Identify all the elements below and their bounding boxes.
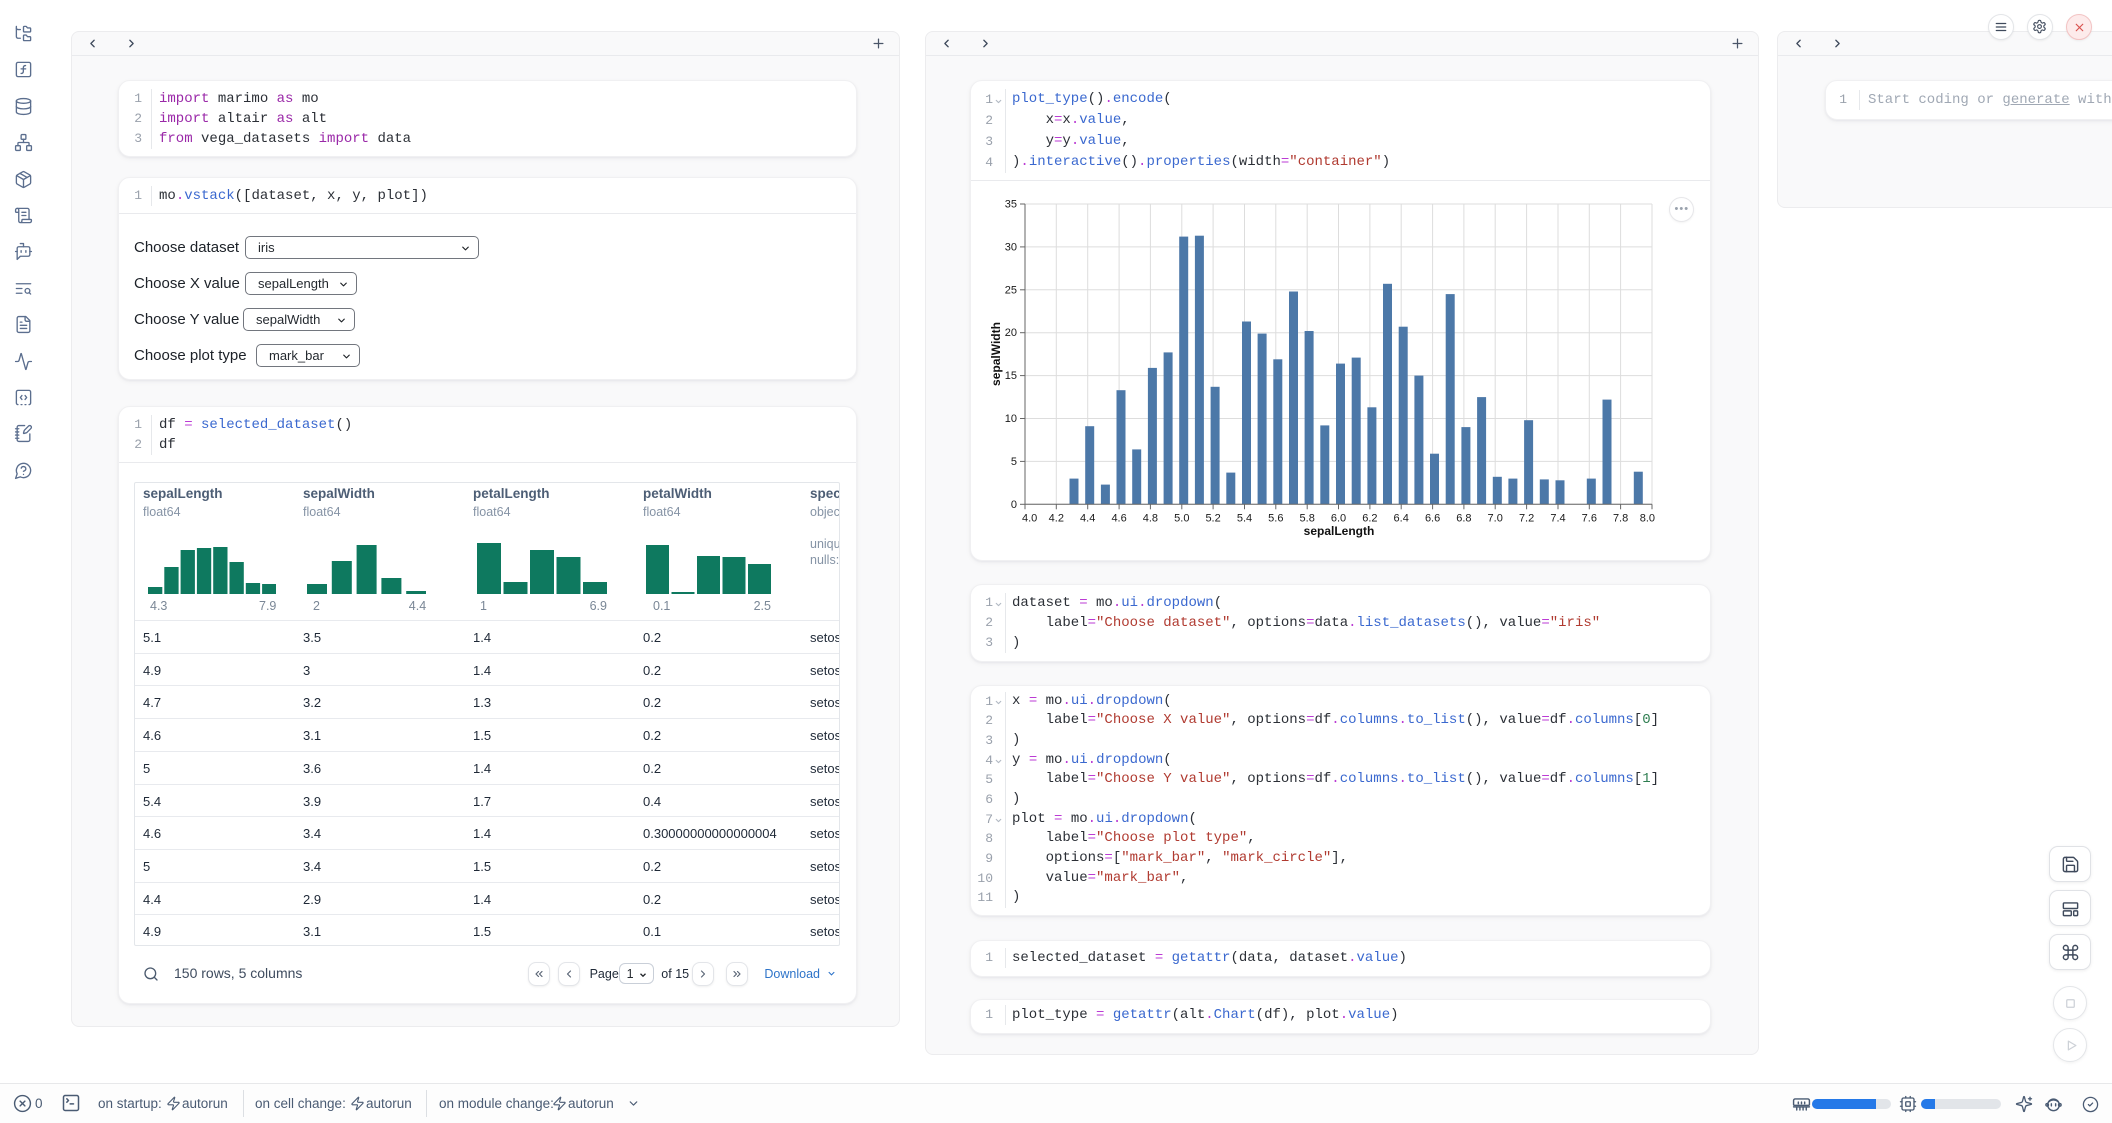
svg-text:4.6: 4.6: [1111, 512, 1126, 524]
svg-text:5.0: 5.0: [1174, 512, 1189, 524]
svg-text:0: 0: [1011, 499, 1017, 511]
svg-text:5.8: 5.8: [1300, 512, 1315, 524]
svg-text:6.4: 6.4: [1394, 512, 1409, 524]
svg-text:5: 5: [1011, 456, 1017, 468]
svg-text:5.6: 5.6: [1268, 512, 1283, 524]
svg-text:20: 20: [1005, 327, 1017, 339]
svg-text:7.2: 7.2: [1519, 512, 1534, 524]
svg-text:15: 15: [1005, 370, 1017, 382]
svg-text:6.8: 6.8: [1456, 512, 1471, 524]
svg-text:5.2: 5.2: [1205, 512, 1220, 524]
svg-text:6.0: 6.0: [1331, 512, 1346, 524]
svg-text:25: 25: [1005, 284, 1017, 296]
svg-text:6.6: 6.6: [1425, 512, 1440, 524]
svg-text:7.8: 7.8: [1613, 512, 1628, 524]
svg-text:7.6: 7.6: [1582, 512, 1597, 524]
svg-text:4.4: 4.4: [1080, 512, 1095, 524]
svg-text:sepalLength: sepalLength: [1304, 524, 1375, 538]
svg-text:35: 35: [1005, 199, 1017, 211]
svg-text:6.2: 6.2: [1362, 512, 1377, 524]
svg-text:5.4: 5.4: [1237, 512, 1252, 524]
svg-text:7.0: 7.0: [1488, 512, 1503, 524]
svg-text:sepalWidth: sepalWidth: [989, 322, 1003, 386]
svg-text:4.8: 4.8: [1143, 512, 1158, 524]
svg-text:7.4: 7.4: [1550, 512, 1565, 524]
svg-text:8.0: 8.0: [1640, 512, 1655, 524]
svg-text:4.0: 4.0: [1022, 512, 1037, 524]
svg-text:4.2: 4.2: [1049, 512, 1064, 524]
svg-text:30: 30: [1005, 241, 1017, 253]
svg-text:10: 10: [1005, 413, 1017, 425]
